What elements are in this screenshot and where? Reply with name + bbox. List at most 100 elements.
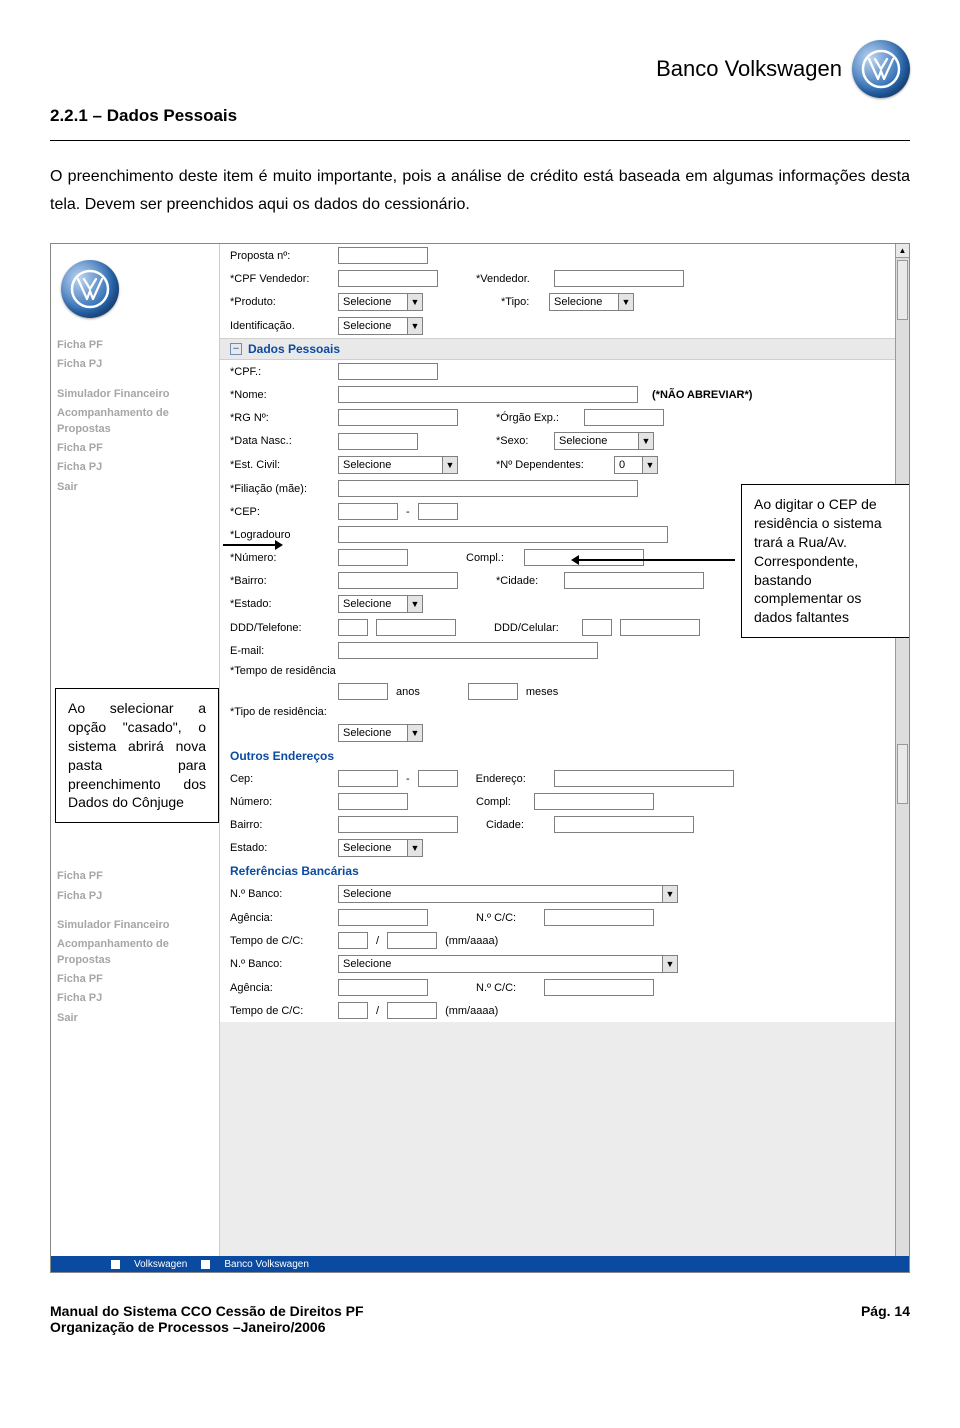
chevron-down-icon: ▼ <box>407 596 422 612</box>
slash: / <box>376 1005 379 1017</box>
label: *CPF.: <box>230 366 330 378</box>
sidebar-link[interactable]: Sair <box>57 480 213 495</box>
produto-select[interactable]: Selecione▼ <box>338 293 423 311</box>
estado2-select[interactable]: Selecione▼ <box>338 839 423 857</box>
sidebar-link[interactable]: Ficha PF <box>57 972 213 987</box>
meses-input[interactable] <box>468 683 518 700</box>
callout-cep: Ao digitar o CEP de residência o sistema… <box>741 484 910 638</box>
label: Bairro: <box>230 819 330 831</box>
status-bar: Volkswagen Banco Volkswagen <box>51 1256 909 1272</box>
sidebar-link[interactable]: Ficha PJ <box>57 460 213 475</box>
sidebar-link[interactable]: Simulador Financeiro <box>57 387 213 402</box>
est-civil-select[interactable]: Selecione▼ <box>338 456 458 474</box>
nao-abreviar-note: (*NÃO ABREVIAR*) <box>652 389 752 401</box>
vw-logo-icon <box>852 40 910 98</box>
bottom-link[interactable]: Banco Volkswagen <box>224 1259 309 1270</box>
orgao-input[interactable] <box>584 409 664 426</box>
outros-enderecos-header: Outros Endereços <box>220 745 895 767</box>
sidebar-link[interactable]: Acompanhamento de Propostas <box>57 937 213 968</box>
sidebar-link[interactable]: Ficha PJ <box>57 357 213 372</box>
vendedor-input[interactable] <box>554 270 684 287</box>
endereco2-input[interactable] <box>554 770 734 787</box>
cc2-input[interactable] <box>544 979 654 996</box>
cpf-vendedor-input[interactable] <box>338 270 438 287</box>
filiacao-input[interactable] <box>338 480 638 497</box>
chevron-down-icon: ▼ <box>638 433 653 449</box>
compl-input[interactable] <box>524 549 644 566</box>
sidebar-link[interactable]: Ficha PF <box>57 338 213 353</box>
dependentes-select[interactable]: 0▼ <box>614 456 658 474</box>
scroll-thumb[interactable] <box>897 260 908 320</box>
label: Compl: <box>476 796 526 808</box>
rg-input[interactable] <box>338 409 458 426</box>
cc1-input[interactable] <box>544 909 654 926</box>
cep-input-b[interactable] <box>418 503 458 520</box>
label: Agência: <box>230 912 330 924</box>
label: Estado: <box>230 842 330 854</box>
sidebar-link[interactable]: Ficha PF <box>57 441 213 456</box>
bairro-input[interactable] <box>338 572 458 589</box>
scrollbar[interactable]: ▲ ▼ <box>895 244 909 1272</box>
chevron-down-icon: ▼ <box>662 886 677 902</box>
banco1-select[interactable]: Selecione▼ <box>338 885 678 903</box>
form-area: ▲ ▼ Proposta nº: *CPF Vendedor: *Vendedo… <box>219 244 909 1272</box>
ident-select[interactable]: Selecione▼ <box>338 317 423 335</box>
section-dados-pessoais[interactable]: − Dados Pessoais <box>220 338 895 360</box>
sidebar-link[interactable]: Ficha PF <box>57 869 213 884</box>
chevron-down-icon: ▼ <box>442 457 457 473</box>
label: Número: <box>230 796 330 808</box>
scroll-thumb[interactable] <box>897 744 908 804</box>
tipo-res-select[interactable]: Selecione▼ <box>338 724 423 742</box>
nome-input[interactable] <box>338 386 638 403</box>
data-nasc-input[interactable] <box>338 433 418 450</box>
scroll-up-icon[interactable]: ▲ <box>896 244 909 258</box>
telefone-input[interactable] <box>376 619 456 636</box>
cidade-input[interactable] <box>564 572 704 589</box>
tipo-select[interactable]: Selecione▼ <box>549 293 634 311</box>
label: Proposta nº: <box>230 250 330 262</box>
tempo-cc2-mm[interactable] <box>338 1002 368 1019</box>
sidebar-link[interactable]: Acompanhamento de Propostas <box>57 406 213 437</box>
square-icon <box>111 1260 120 1269</box>
numero2-input[interactable] <box>338 793 408 810</box>
bairro2-input[interactable] <box>338 816 458 833</box>
label: *Nº Dependentes: <box>496 459 606 471</box>
chevron-down-icon: ▼ <box>662 956 677 972</box>
cpf-input[interactable] <box>338 363 438 380</box>
bottom-link[interactable]: Volkswagen <box>134 1259 187 1270</box>
banco2-select[interactable]: Selecione▼ <box>338 955 678 973</box>
intro-paragraph: O preenchimento deste item é muito impor… <box>50 163 910 219</box>
anos-input[interactable] <box>338 683 388 700</box>
numero-input[interactable] <box>338 549 408 566</box>
ddd-cel-input[interactable] <box>582 619 612 636</box>
celular-input[interactable] <box>620 619 700 636</box>
footer-title: Manual do Sistema CCO Cessão de Direitos… <box>50 1303 364 1319</box>
agencia1-input[interactable] <box>338 909 428 926</box>
vw-logo-sidebar-icon <box>61 260 119 318</box>
cep2-a-input[interactable] <box>338 770 398 787</box>
logradouro-input[interactable] <box>338 526 668 543</box>
tempo-cc1-aaaa[interactable] <box>387 932 437 949</box>
chevron-down-icon: ▼ <box>642 457 657 473</box>
compl2-input[interactable] <box>534 793 654 810</box>
cidade2-input[interactable] <box>554 816 694 833</box>
email-input[interactable] <box>338 642 598 659</box>
sexo-select[interactable]: Selecione▼ <box>554 432 654 450</box>
estado-select[interactable]: Selecione▼ <box>338 595 423 613</box>
label: Cidade: <box>486 819 546 831</box>
sidebar-link[interactable]: Ficha PJ <box>57 991 213 1006</box>
sidebar-link[interactable]: Ficha PJ <box>57 889 213 904</box>
agencia2-input[interactable] <box>338 979 428 996</box>
chevron-down-icon: ▼ <box>407 725 422 741</box>
tempo-cc1-mm[interactable] <box>338 932 368 949</box>
label: *Tipo: <box>501 296 541 308</box>
ddd-input[interactable] <box>338 619 368 636</box>
tempo-cc2-aaaa[interactable] <box>387 1002 437 1019</box>
label: N.º C/C: <box>476 982 536 994</box>
cep2-b-input[interactable] <box>418 770 458 787</box>
label: N.º C/C: <box>476 912 536 924</box>
cep-input-a[interactable] <box>338 503 398 520</box>
sidebar-link[interactable]: Sair <box>57 1011 213 1026</box>
proposta-input[interactable] <box>338 247 428 264</box>
sidebar-link[interactable]: Simulador Financeiro <box>57 918 213 933</box>
